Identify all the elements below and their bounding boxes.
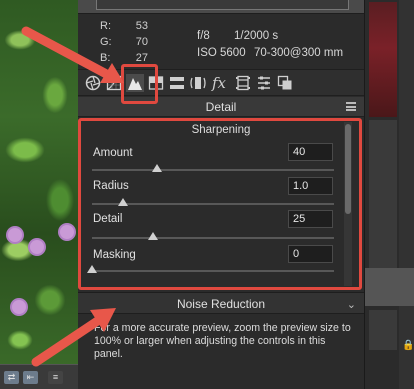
snapshots-icon[interactable] bbox=[276, 74, 294, 92]
lens-info: 70-300@300 mm bbox=[254, 47, 344, 59]
camera-calibration-icon[interactable] bbox=[234, 74, 252, 92]
annotation-arrow bbox=[31, 308, 116, 367]
lens-corrections-icon[interactable] bbox=[189, 74, 207, 92]
filmstrip-thumbnail[interactable] bbox=[369, 310, 397, 350]
panel-title: Detail bbox=[205, 100, 237, 114]
lock-icon[interactable]: 🔒 bbox=[402, 340, 414, 352]
chevron-down-icon[interactable]: ⌄ bbox=[347, 294, 356, 316]
presets-icon[interactable] bbox=[255, 74, 273, 92]
histogram bbox=[78, 0, 364, 14]
settings-sliders-icon[interactable]: ≡ bbox=[48, 371, 63, 384]
filmstrip-thumbnail[interactable] bbox=[369, 2, 397, 117]
filmstrip-selected-item[interactable] bbox=[365, 268, 414, 306]
flower-detail bbox=[12, 300, 26, 314]
filmstrip bbox=[364, 0, 414, 389]
annotation-arrow bbox=[21, 26, 124, 83]
filmstrip-thumbnail[interactable] bbox=[369, 120, 397, 270]
flower-detail bbox=[8, 228, 22, 242]
effects-icon[interactable]: fx bbox=[210, 74, 228, 92]
noise-reduction-title: Noise Reduction bbox=[176, 297, 266, 311]
noise-reduction-header[interactable]: Noise Reduction ⌄ bbox=[78, 292, 364, 314]
flower-detail bbox=[60, 225, 74, 239]
iso-info: ISO 5600 bbox=[197, 47, 246, 59]
shutter-info: 1/2000 s bbox=[234, 30, 279, 42]
sync-icon[interactable]: ⇄ bbox=[4, 371, 19, 384]
flower-detail bbox=[30, 240, 44, 254]
panel-menu-icon[interactable] bbox=[346, 102, 356, 111]
sharpening-highlight bbox=[78, 118, 362, 290]
aperture-info: f/8 bbox=[197, 30, 210, 42]
preview-notice: For a more accurate preview, zoom the pr… bbox=[94, 322, 351, 360]
back-icon[interactable]: ⇤ bbox=[23, 371, 38, 384]
split-toning-icon[interactable] bbox=[168, 74, 186, 92]
